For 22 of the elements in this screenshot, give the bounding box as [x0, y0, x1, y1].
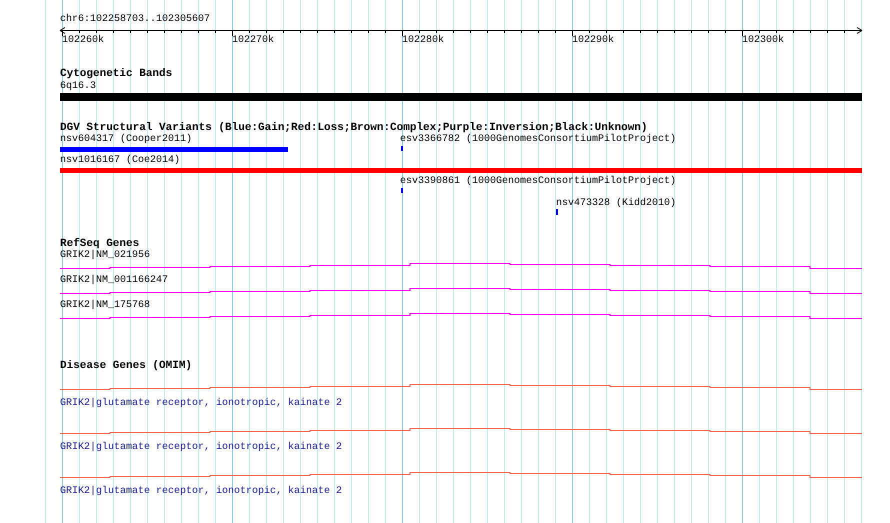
ruler-tick-label: 102290k: [572, 35, 614, 47]
ruler-tick-label: 102300k: [742, 35, 784, 47]
variant-label: esv3366782 (1000GenomesConsortiumPilotProject): [400, 134, 676, 146]
band-label: 6q16.3: [60, 81, 96, 93]
track-title: DGV Structural Variants (Blue:Gain;Red:Loss;Brown:Complex;Purple:Inversion;Black:Unknown): [60, 122, 648, 134]
track-title: Cytogenetic Bands: [60, 68, 172, 81]
variant-label: nsv1016167 (Coe2014): [60, 155, 180, 167]
gene-label: GRIK2|glutamate receptor, ionotropic, kainate 2: [60, 442, 342, 454]
track-title: RefSeq Genes: [60, 238, 140, 250]
gene-label: GRIK2|NM_175768: [60, 300, 150, 312]
gene-label: GRIK2|NM_001166247: [60, 275, 168, 287]
variant-label: nsv473328 (Kidd2010): [556, 198, 676, 210]
gene-label: GRIK2|glutamate receptor, ionotropic, kainate 2: [60, 486, 342, 498]
ruler-tick-label: 102270k: [232, 35, 274, 47]
gene-label: GRIK2|NM_021956: [60, 250, 150, 262]
track-title: Disease Genes (OMIM): [60, 360, 192, 373]
variant-label: esv3390861 (1000GenomesConsortiumPilotProject): [400, 176, 676, 188]
ruler-tick-label: 102260k: [62, 35, 104, 47]
variant-label: nsv604317 (Cooper2011): [60, 134, 192, 146]
gene-label: GRIK2|glutamate receptor, ionotropic, kainate 2: [60, 398, 342, 410]
ruler-tick-label: 102280k: [402, 35, 444, 47]
region-label: chr6:102258703..102305607: [60, 14, 210, 26]
